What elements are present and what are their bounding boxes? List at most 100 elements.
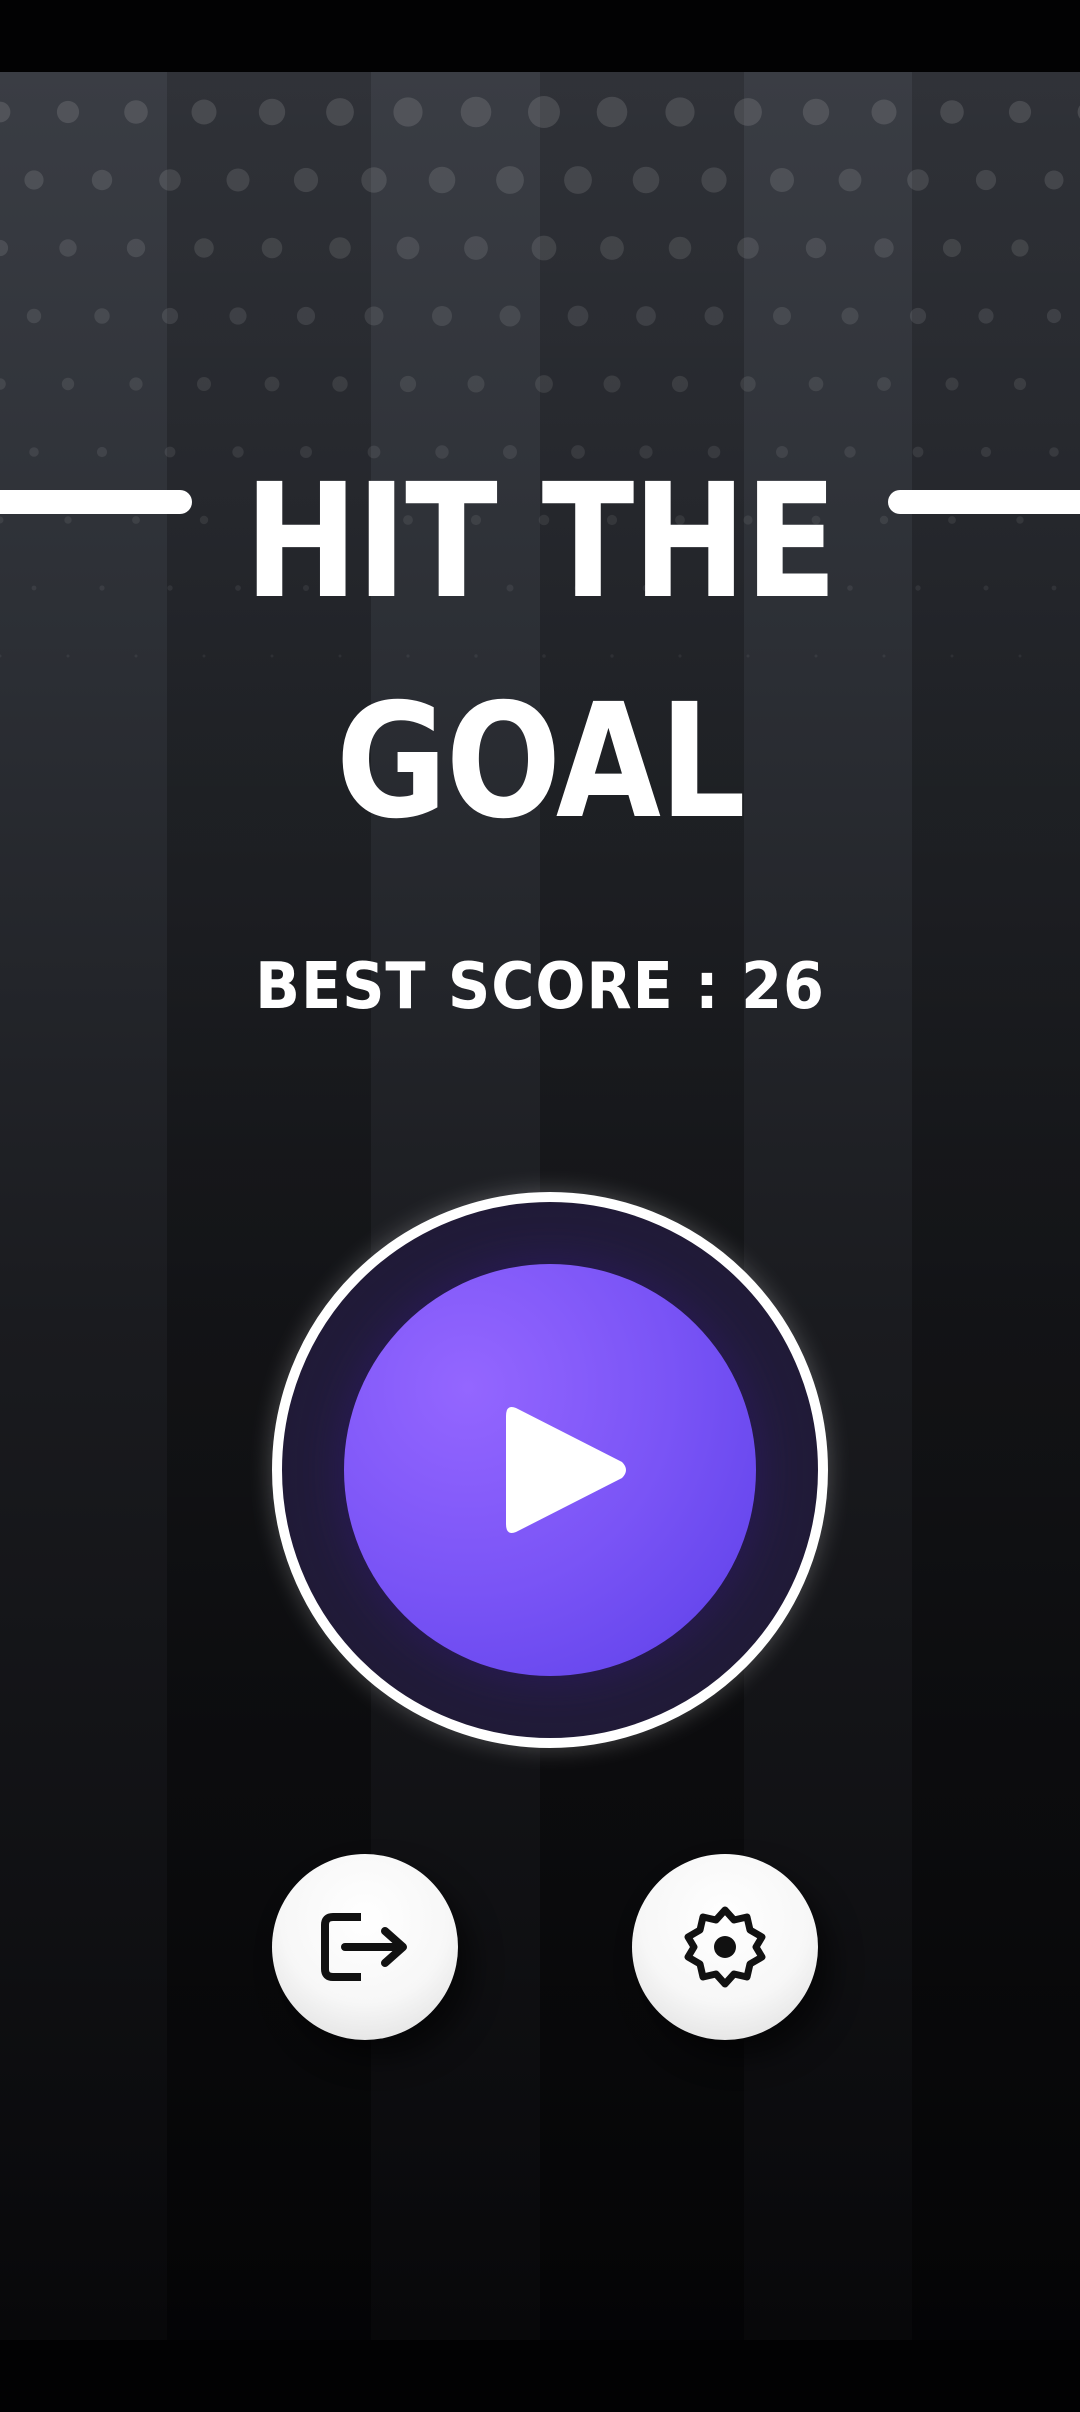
halftone-dot: [808, 376, 824, 392]
halftone-dot: [665, 97, 695, 127]
halftone-dot: [942, 238, 962, 258]
halftone-dot: [567, 305, 589, 327]
halftone-dot: [99, 585, 105, 591]
halftone-dot: [945, 377, 959, 391]
halftone-dot: [528, 96, 560, 128]
halftone-dot: [915, 585, 921, 591]
halftone-dot: [364, 306, 384, 326]
halftone-dot: [877, 377, 891, 391]
halftone-dot: [1051, 585, 1057, 591]
halftone-dot: [0, 239, 9, 257]
halftone-dot: [464, 236, 488, 260]
navigation-bar: [0, 2340, 1080, 2412]
halftone-dot: [258, 98, 286, 126]
halftone-dot: [326, 98, 354, 126]
halftone-dot: [600, 236, 624, 260]
title-decoration-line-right: [888, 490, 1080, 514]
halftone-dot: [164, 446, 176, 458]
halftone-dot: [460, 96, 492, 128]
halftone-dot: [950, 654, 954, 658]
halftone-dot: [1008, 100, 1032, 124]
halftone-dot: [701, 167, 727, 193]
halftone-dot: [531, 235, 557, 261]
game-screen: Hit the Goal BEST SCORE : 26: [0, 0, 1080, 2412]
halftone-dot: [496, 166, 524, 194]
halftone-dot: [26, 308, 42, 324]
halftone-dot: [636, 306, 656, 326]
halftone-dot: [202, 654, 206, 658]
halftone-dot: [773, 307, 791, 325]
halftone-dot: [909, 307, 927, 325]
halftone-dot: [332, 376, 348, 392]
halftone-dot: [167, 585, 173, 591]
halftone-dot: [393, 97, 423, 127]
halftone-dot: [56, 100, 80, 124]
halftone-dot: [844, 446, 856, 458]
halftone-dot: [734, 98, 762, 126]
halftone-dot: [596, 96, 628, 128]
halftone-dot: [199, 515, 209, 525]
halftone-dot: [564, 166, 592, 194]
halftone-dot: [226, 168, 250, 192]
gear-icon: [684, 1906, 766, 1988]
halftone-dot: [31, 585, 37, 591]
halftone-dot: [978, 308, 994, 324]
halftone-dot: [535, 375, 553, 393]
halftone-dot: [399, 375, 417, 393]
halftone-dot: [66, 654, 70, 658]
best-score-label: BEST SCORE : 26: [255, 950, 825, 1024]
halftone-dot: [29, 447, 39, 457]
halftone-dot: [841, 307, 859, 325]
halftone-dot: [361, 167, 387, 193]
halftone-dot: [1018, 654, 1022, 658]
game-title-line-1: Hit the: [244, 450, 837, 634]
halftone-dot: [229, 307, 247, 325]
play-button[interactable]: [272, 1192, 828, 1748]
exit-icon: [321, 1913, 407, 1981]
halftone-dot: [737, 237, 759, 259]
halftone-dot: [0, 378, 6, 390]
halftone-dot: [293, 167, 319, 193]
halftone-dot: [24, 170, 44, 190]
halftone-dot: [432, 306, 452, 326]
halftone-dot: [194, 238, 214, 258]
halftone-dot: [0, 654, 2, 658]
halftone-dot: [0, 101, 11, 123]
exit-button[interactable]: [272, 1854, 458, 2040]
halftone-dot: [191, 99, 217, 125]
halftone-dot: [668, 236, 692, 260]
halftone-dot: [770, 168, 794, 192]
halftone-dot: [740, 376, 756, 392]
halftone-dot: [847, 585, 853, 591]
halftone-dot: [948, 516, 956, 524]
halftone-dot: [1016, 516, 1024, 524]
halftone-dot: [129, 377, 143, 391]
game-title: Hit the Goal: [239, 432, 841, 872]
halftone-dot: [61, 377, 75, 391]
halftone-dot: [912, 446, 924, 458]
halftone-dot: [983, 585, 989, 591]
halftone-dot: [975, 169, 997, 191]
halftone-dot: [1044, 170, 1064, 190]
halftone-dot: [1011, 239, 1029, 257]
halftone-dot: [134, 654, 138, 658]
play-button-inner[interactable]: [344, 1264, 756, 1676]
settings-button[interactable]: [632, 1854, 818, 2040]
play-icon: [506, 1407, 626, 1533]
halftone-dot: [1046, 308, 1062, 324]
halftone-dot: [159, 169, 181, 191]
halftone-dot: [124, 100, 148, 124]
halftone-dot: [428, 166, 456, 194]
halftone-dot: [329, 237, 351, 259]
halftone-dot: [197, 377, 211, 391]
halftone-dot: [1013, 377, 1027, 391]
game-title-line-2: Goal: [335, 670, 746, 854]
halftone-dot: [296, 306, 316, 326]
halftone-dot: [805, 237, 827, 259]
halftone-dot: [499, 305, 521, 327]
status-bar: [0, 0, 1080, 72]
halftone-dot: [879, 515, 889, 525]
main-menu: Hit the Goal BEST SCORE : 26: [0, 72, 1080, 2340]
halftone-dot: [802, 98, 830, 126]
halftone-dot: [126, 238, 146, 258]
